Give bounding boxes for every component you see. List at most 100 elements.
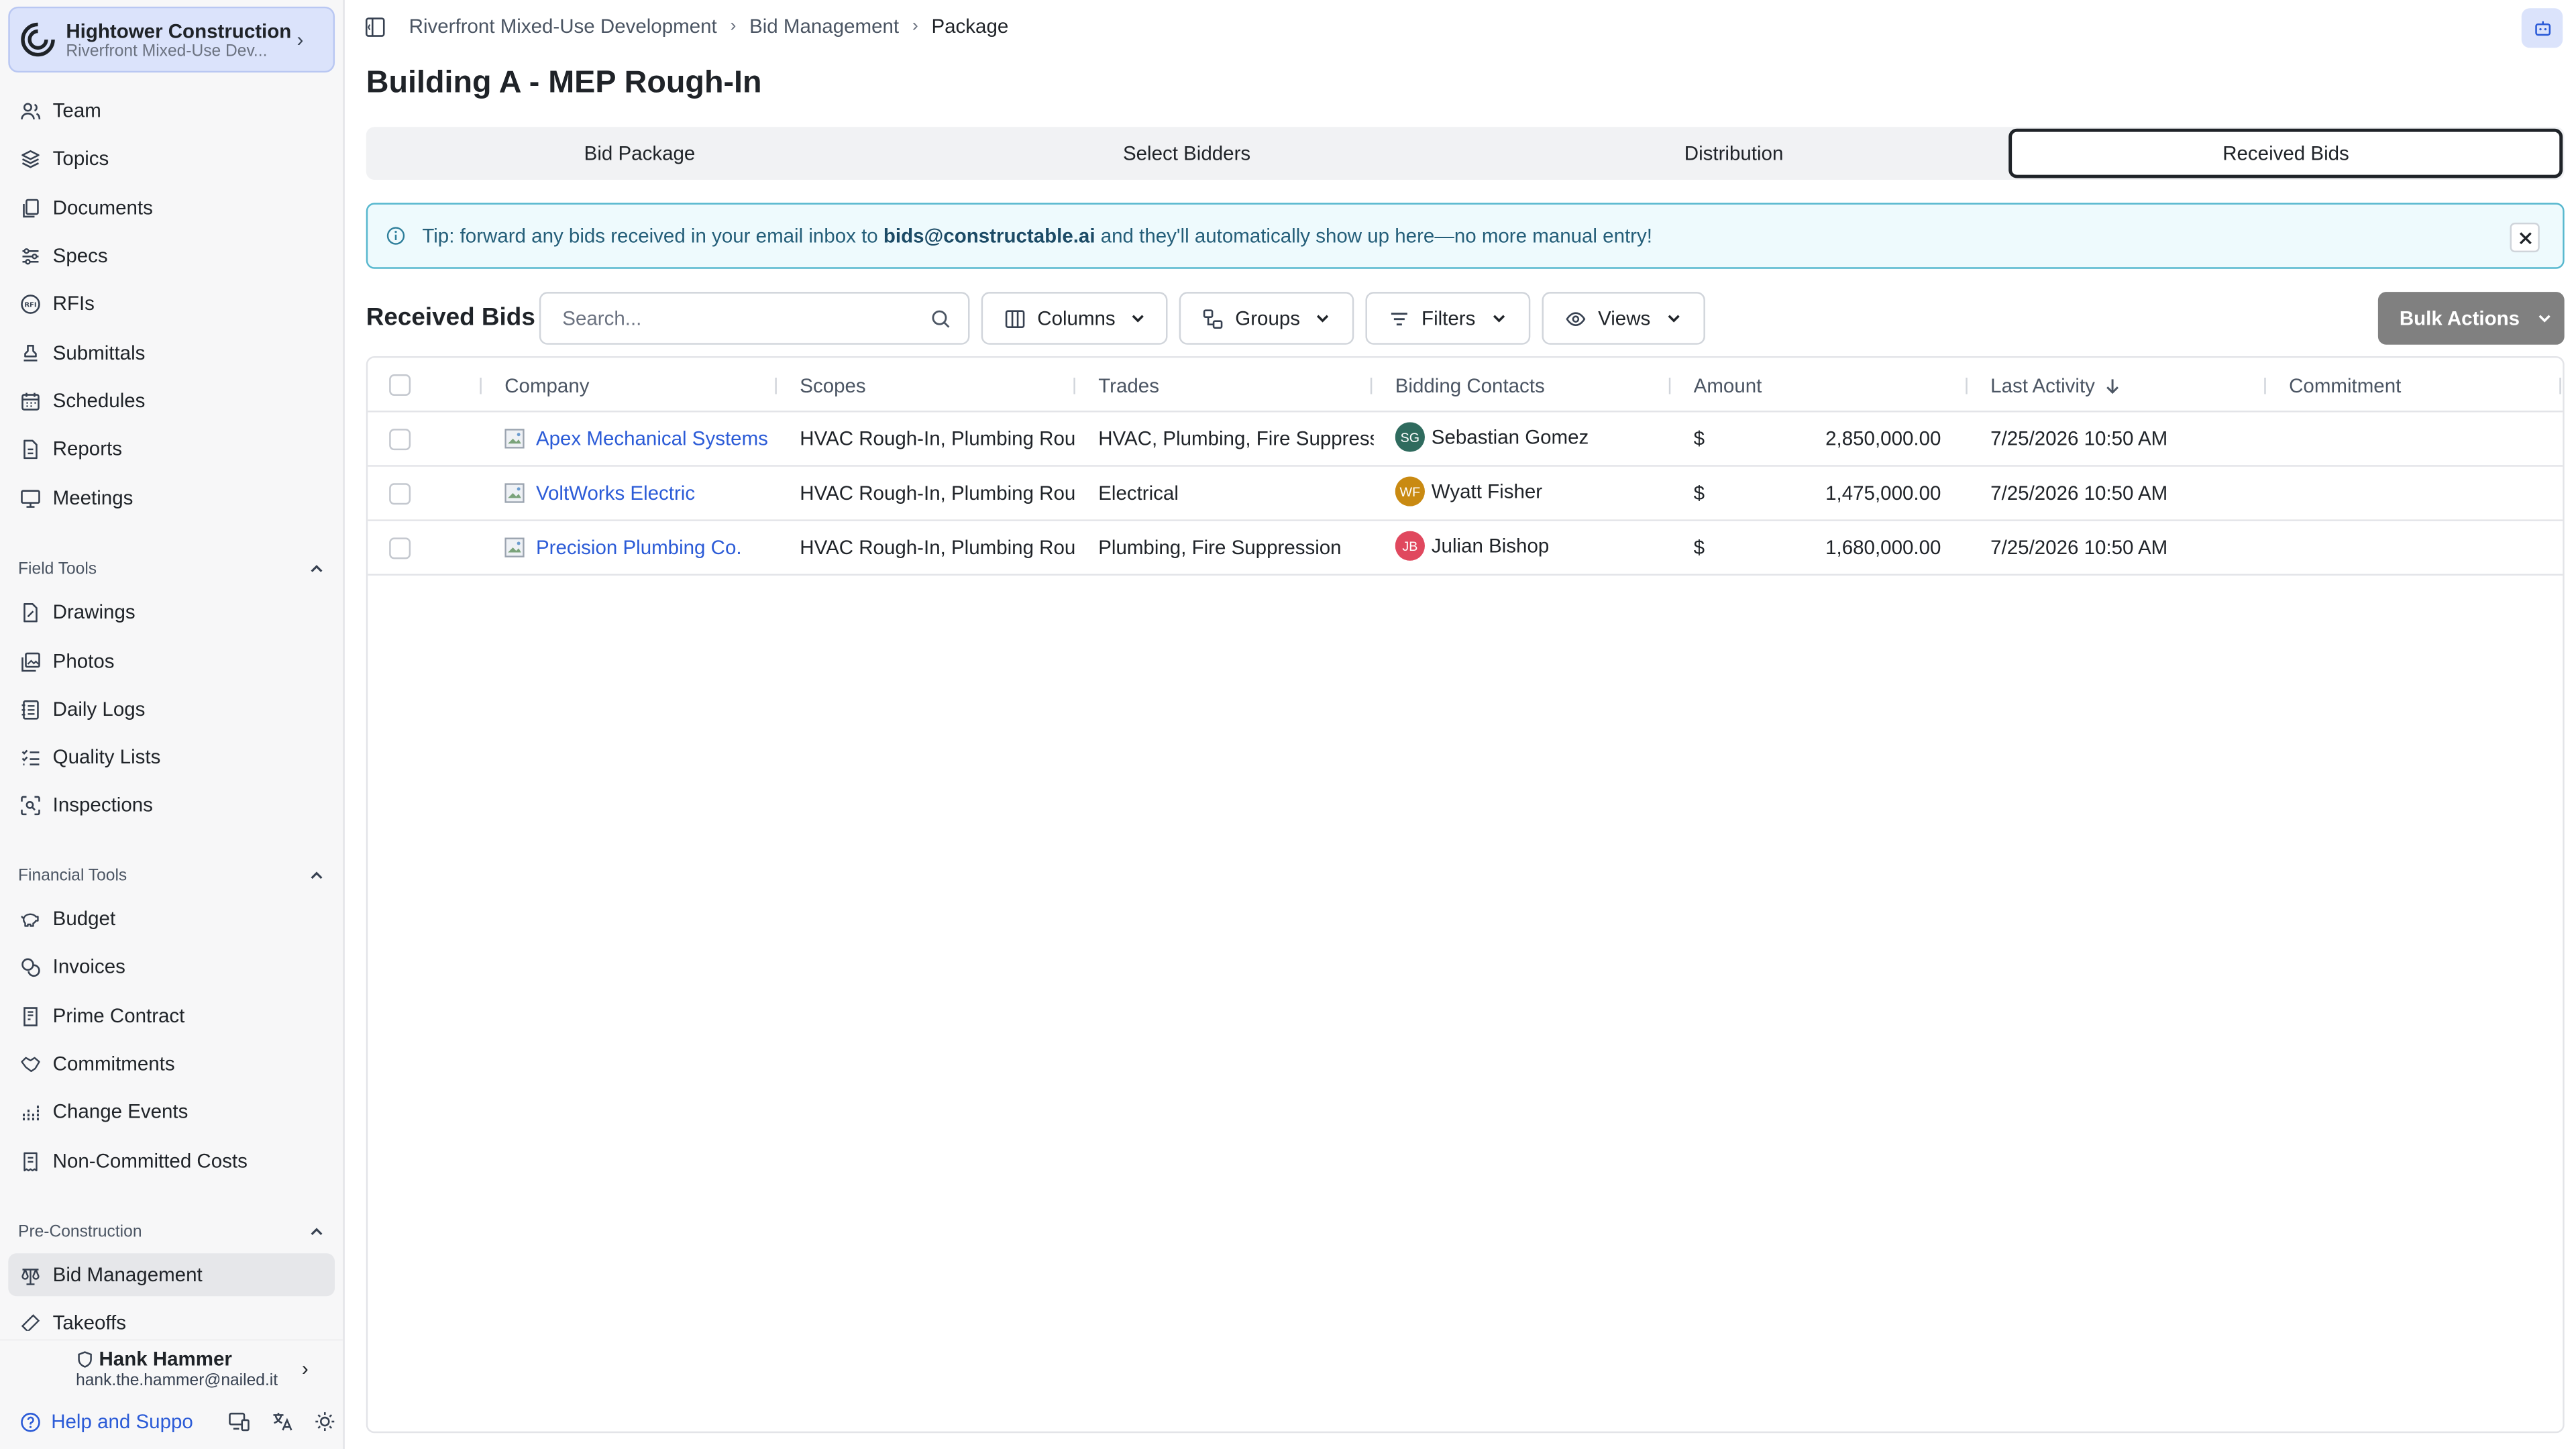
table-row[interactable]: Precision Plumbing Co. HVAC Rough-In, Pl… [368,521,2563,576]
sidebar-item-drawings[interactable]: Drawings [8,590,335,633]
row-checkbox[interactable] [389,429,411,451]
company-link[interactable]: Precision Plumbing Co. [504,536,771,559]
sidebar-item-rfis[interactable]: RFI RFIs [8,282,335,325]
groups-button[interactable]: Groups [1179,292,1354,345]
column-divider[interactable] [1370,377,1373,394]
row-checkbox[interactable] [389,483,411,505]
sidebar-item-invoices[interactable]: Invoices [8,945,335,988]
filters-button[interactable]: Filters [1365,292,1531,345]
breadcrumb-project[interactable]: Riverfront Mixed-Use Development [409,15,717,38]
languages-icon[interactable] [270,1410,293,1433]
sidebar-item-budget[interactable]: Budget [8,897,335,940]
column-header-scopes[interactable]: Scopes [800,374,865,397]
breadcrumb: Riverfront Mixed-Use Development › Bid M… [409,15,1009,38]
svg-text:RFI: RFI [24,301,36,308]
package-tabs: Bid Package Select Bidders Distribution … [366,127,2565,180]
user-menu[interactable]: Hank Hammer hank.the.hammer@nailed.it › [0,1339,343,1398]
sidebar-item-schedules[interactable]: Schedules [8,379,335,422]
section-pre-construction[interactable]: Pre-Construction [18,1219,325,1245]
tip-text-before: Tip: forward any bids received in your e… [422,224,883,248]
drawing-icon [23,602,38,622]
select-all-checkbox[interactable] [389,374,411,396]
sidebar-item-label: Quality Lists [52,745,161,769]
column-divider[interactable] [1073,377,1075,394]
sidebar-item-specs[interactable]: Specs [8,234,335,277]
sidebar-item-photos[interactable]: Photos [8,640,335,683]
row-checkbox[interactable] [389,537,411,559]
help-link[interactable]: Help and Suppo [19,1410,207,1433]
tab-distribution[interactable]: Distribution [1460,127,2008,180]
trades-cell: Electrical [1098,481,1179,505]
columns-button[interactable]: Columns [981,292,1168,345]
sidebar-item-change-events[interactable]: Change Events [8,1090,335,1133]
column-header-trades[interactable]: Trades [1098,374,1159,397]
column-divider[interactable] [2559,377,2561,394]
tab-bid-package[interactable]: Bid Package [366,127,914,180]
piggy-bank-icon [21,912,39,926]
layers-icon [21,149,40,168]
chevron-down-icon [1317,315,1330,323]
bulk-actions-label: Bulk Actions [2399,307,2520,330]
column-header-bidding-contacts[interactable]: Bidding Contacts [1395,374,1545,397]
tip-text-after: and they'll automatically show up here—n… [1095,224,1652,248]
sidebar-item-quality-lists[interactable]: Quality Lists [8,735,335,778]
column-divider[interactable] [1966,377,1968,394]
sidebar-item-submittals[interactable]: Submittals [8,331,335,374]
tab-received-bids[interactable]: Received Bids [2008,128,2563,178]
search-input[interactable] [562,307,909,330]
sidebar-item-takeoffs[interactable]: Takeoffs [8,1301,335,1331]
tab-select-bidders[interactable]: Select Bidders [913,127,1460,180]
sidebar-item-daily-logs[interactable]: Daily Logs [8,688,335,731]
sidebar-item-team[interactable]: Team [8,89,335,132]
breadcrumb-bid-management[interactable]: Bid Management [749,15,899,38]
sidebar-toggle-icon[interactable] [364,17,386,38]
company-name: Apex Mechanical Systems [535,427,768,451]
gavel-icon [21,1268,40,1285]
sidebar-item-topics[interactable]: Topics [8,137,335,180]
monitor-smartphone-icon[interactable] [227,1410,250,1433]
sidebar-item-inspections[interactable]: Inspections [8,784,335,826]
section-financial-tools[interactable]: Financial Tools [18,863,325,889]
last-activity-cell: 7/25/2026 10:50 AM [1990,427,2168,451]
amount-value: 2,850,000.00 [1825,427,1941,451]
calendar-icon [21,392,40,410]
contact-cell: SG Sebastian Gomez [1395,422,1668,452]
table-toolbar: Received Bids Columns Groups Filters [366,290,2565,347]
column-header-amount[interactable]: Amount [1694,374,1762,397]
company-link[interactable]: Apex Mechanical Systems [504,427,771,450]
close-button[interactable] [2510,222,2540,253]
column-divider[interactable] [480,377,482,394]
tip-email[interactable]: bids@constructable.ai [883,224,1095,247]
column-header-last-activity[interactable]: Last Activity [1990,374,2121,397]
views-button[interactable]: Views [1542,292,1705,345]
sidebar-item-bid-management[interactable]: Bid Management [8,1253,335,1297]
column-divider[interactable] [775,377,777,394]
assistant-button[interactable] [2521,8,2563,48]
sidebar-item-prime-contract[interactable]: Prime Contract [8,994,335,1037]
arrow-down-icon [2107,379,2119,394]
sidebar-item-meetings[interactable]: Meetings [8,476,335,519]
search-box[interactable] [539,292,970,345]
column-header-commitment[interactable]: Commitment [2289,374,2401,397]
table-row[interactable]: Apex Mechanical Systems HVAC Rough-In, P… [368,413,2563,467]
column-divider[interactable] [1668,377,1671,394]
sidebar-item-documents[interactable]: Documents [8,186,335,229]
main-content: Riverfront Mixed-Use Development › Bid M… [345,0,2576,1449]
column-header-company[interactable]: Company [504,374,589,397]
contact-cell: WF Wyatt Fisher [1395,476,1668,506]
section-field-tools[interactable]: Field Tools [18,555,325,582]
sidebar-item-label: Budget [52,907,116,930]
table-row[interactable]: VoltWorks Electric HVAC Rough-In, Plumbi… [368,467,2563,521]
columns-icon [1005,309,1025,327]
bulk-actions-button[interactable]: Bulk Actions [2377,292,2565,345]
sidebar-item-reports[interactable]: Reports [8,427,335,470]
column-divider[interactable] [2264,377,2266,394]
org-switcher[interactable]: Hightower Construction Riverfront Mixed-… [8,6,335,73]
company-link[interactable]: VoltWorks Electric [504,482,771,504]
sidebar-item-non-committed-costs[interactable]: Non-Committed Costs [8,1140,335,1183]
info-icon [386,227,405,245]
sun-icon[interactable] [313,1410,336,1433]
last-activity-cell: 7/25/2026 10:50 AM [1990,535,2168,559]
sidebar-item-label: Reports [52,437,122,460]
sidebar-item-commitments[interactable]: Commitments [8,1042,335,1085]
